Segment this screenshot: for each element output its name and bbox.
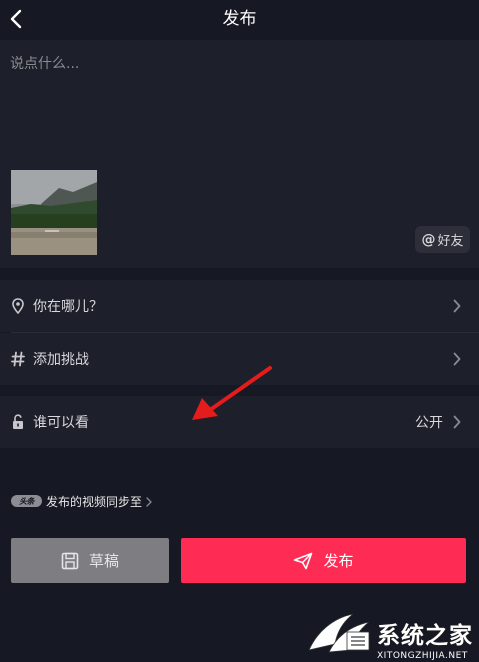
watermark-title: 系统之家	[377, 623, 473, 649]
send-icon	[294, 552, 313, 569]
sync-label: 发布的视频同步至	[46, 494, 143, 509]
location-row[interactable]: 你在哪儿？	[0, 280, 479, 332]
draft-button[interactable]: 草稿	[11, 538, 169, 583]
chevron-right-icon	[453, 299, 463, 313]
watermark-logo-icon	[308, 613, 370, 653]
page-title: 发布	[222, 9, 257, 29]
location-pin-icon	[11, 297, 25, 315]
back-icon	[10, 9, 22, 29]
caption-input[interactable]	[10, 52, 470, 76]
chevron-right-icon	[453, 415, 463, 429]
hashtag-icon	[11, 350, 25, 368]
publish-button[interactable]: 发布	[181, 538, 466, 583]
red-arrow-annotation	[192, 366, 272, 420]
watermark-url: XITONGZHIJIA.NET	[377, 651, 468, 661]
compose-area: @ 好友	[0, 40, 479, 268]
location-label: 你在哪儿？	[33, 299, 103, 315]
unlock-icon	[11, 413, 25, 431]
at-icon: @	[421, 231, 436, 248]
site-watermark: 系统之家 XITONGZHIJIA.NET	[303, 604, 479, 662]
thumbnail-image	[11, 170, 97, 255]
chevron-right-icon	[146, 492, 152, 511]
chevron-right-icon	[453, 352, 463, 366]
mention-friend-button[interactable]: @ 好友	[415, 226, 470, 253]
video-thumbnail[interactable]	[11, 170, 97, 255]
draft-label: 草稿	[88, 552, 119, 570]
privacy-value: 公开	[415, 415, 443, 431]
sync-toutiao-row[interactable]: 头条 发布的视频同步至	[11, 492, 152, 510]
draft-save-icon	[61, 552, 79, 569]
toutiao-logo: 头条	[11, 495, 42, 507]
mention-friend-label: 好友	[437, 234, 464, 249]
publish-label: 发布	[323, 552, 354, 570]
header-bar: 发布	[0, 0, 479, 38]
back-button[interactable]	[4, 6, 28, 32]
